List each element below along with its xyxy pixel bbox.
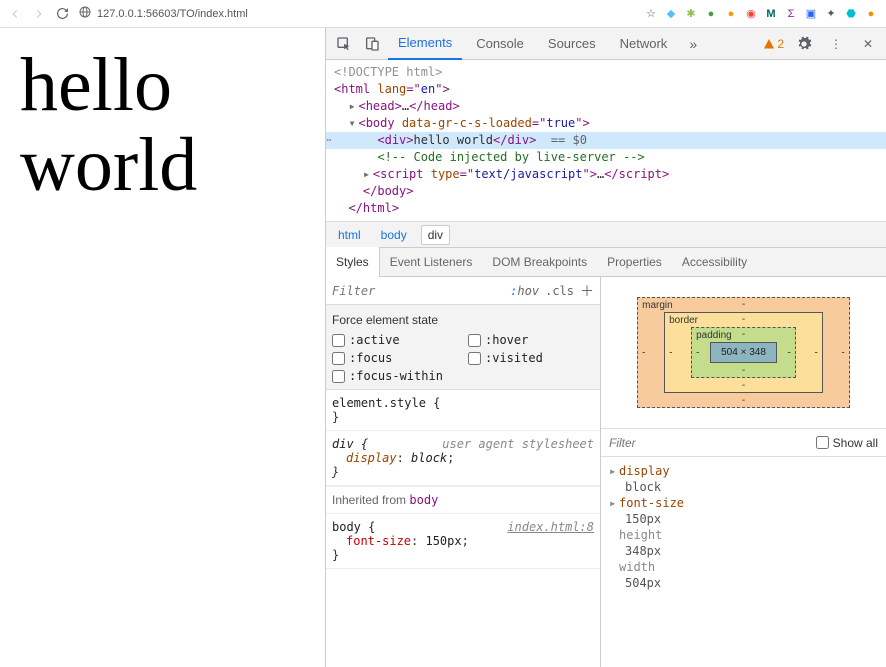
force-state-section: Force element state :active :hover :focu…: [326, 305, 600, 390]
dom-tree[interactable]: <!DOCTYPE html> <html lang="en"> ▸<head>…: [326, 60, 886, 221]
subtab-styles[interactable]: Styles: [326, 247, 380, 277]
ext-icon-2[interactable]: ✱: [684, 7, 698, 21]
ext-icon-5[interactable]: ◉: [744, 7, 758, 21]
cls-toggle[interactable]: .cls: [545, 284, 574, 298]
ext-icon-4[interactable]: ●: [724, 7, 738, 21]
site-info-icon[interactable]: [79, 6, 91, 21]
crumb-div[interactable]: div: [421, 225, 450, 245]
back-button[interactable]: [8, 7, 22, 21]
tab-sources[interactable]: Sources: [538, 28, 606, 60]
box-model-content-size: 504 × 348: [710, 342, 777, 363]
crumb-body[interactable]: body: [375, 226, 413, 244]
styles-filter-input[interactable]: [332, 284, 510, 298]
close-devtools-icon[interactable]: ✕: [856, 32, 880, 56]
computed-filter-input[interactable]: [609, 436, 808, 450]
url-text: 127.0.0.1:56603/TO/index.html: [97, 8, 248, 20]
pseudo-active[interactable]: :active: [332, 333, 458, 347]
reload-button[interactable]: [56, 7, 69, 20]
device-toggle-icon[interactable]: [360, 32, 384, 56]
extensions-icon[interactable]: ✦: [824, 7, 838, 21]
inspect-icon[interactable]: [332, 32, 356, 56]
element-style-block[interactable]: element.style { }: [326, 390, 600, 431]
ext-icon-6[interactable]: M: [764, 7, 778, 21]
tab-console[interactable]: Console: [466, 28, 534, 60]
subtab-properties[interactable]: Properties: [597, 247, 672, 277]
computed-properties[interactable]: ▸display block ▸font-size 150px height 3…: [601, 457, 886, 667]
pseudo-focus[interactable]: :focus: [332, 351, 458, 365]
address-bar[interactable]: 127.0.0.1:56603/TO/index.html: [79, 6, 309, 21]
subtab-accessibility[interactable]: Accessibility: [672, 247, 757, 277]
pseudo-focus-within[interactable]: :focus-within: [332, 369, 458, 383]
source-link[interactable]: index.html:8: [507, 520, 594, 534]
new-style-rule-icon[interactable]: ＋: [580, 281, 594, 301]
hov-toggle[interactable]: ::hovhov: [510, 284, 539, 298]
ext-icon-8[interactable]: ▣: [804, 7, 818, 21]
devtools-tabbar: Elements Console Sources Network » 2 ⋮ ✕: [326, 28, 886, 60]
force-state-title: Force element state: [332, 313, 594, 327]
crumb-html[interactable]: html: [332, 226, 367, 244]
page-content-text: hello world: [20, 46, 305, 206]
pseudo-visited[interactable]: :visited: [468, 351, 594, 365]
rendered-page: hello world: [0, 28, 325, 667]
star-icon[interactable]: ☆: [644, 7, 658, 21]
styles-panel: ::hovhov .cls ＋ Force element state :act…: [326, 277, 601, 667]
settings-icon[interactable]: [792, 32, 816, 56]
show-all-checkbox[interactable]: Show all: [816, 436, 878, 450]
more-tabs-icon[interactable]: »: [681, 32, 705, 56]
warnings-badge[interactable]: 2: [763, 37, 784, 51]
kebab-menu-icon[interactable]: ⋮: [824, 32, 848, 56]
subtab-dom-breakpoints[interactable]: DOM Breakpoints: [482, 247, 597, 277]
ext-icon-3[interactable]: ●: [704, 7, 718, 21]
inherited-from-label: Inherited from body: [326, 486, 600, 514]
styles-subtabs: Styles Event Listeners DOM Breakpoints P…: [326, 247, 886, 277]
pseudo-hover[interactable]: :hover: [468, 333, 594, 347]
ext-icon-7[interactable]: Σ: [784, 7, 798, 21]
tab-network[interactable]: Network: [610, 28, 678, 60]
tab-elements[interactable]: Elements: [388, 28, 462, 60]
dom-selected-node[interactable]: <div>hello world</div> == $0: [326, 132, 886, 149]
div-ua-style-block[interactable]: user agent stylesheet div { display: blo…: [326, 431, 600, 486]
devtools-panel: Elements Console Sources Network » 2 ⋮ ✕…: [325, 28, 886, 667]
subtab-event-listeners[interactable]: Event Listeners: [380, 247, 483, 277]
ext-icon-9[interactable]: ⬣: [844, 7, 858, 21]
extension-icons: ☆ ◆ ✱ ● ● ◉ M Σ ▣ ✦ ⬣ ●: [644, 7, 878, 21]
box-model-diagram[interactable]: margin ---- border ---- padding ---- 504…: [601, 277, 886, 429]
ext-icon-10[interactable]: ●: [864, 7, 878, 21]
browser-toolbar: 127.0.0.1:56603/TO/index.html ☆ ◆ ✱ ● ● …: [0, 0, 886, 28]
ext-icon-1[interactable]: ◆: [664, 7, 678, 21]
forward-button[interactable]: [32, 7, 46, 21]
breadcrumb: html body div: [326, 221, 886, 247]
body-style-block[interactable]: index.html:8 body { font-size: 150px; }: [326, 514, 600, 569]
browser-window: 127.0.0.1:56603/TO/index.html ☆ ◆ ✱ ● ● …: [0, 0, 886, 667]
